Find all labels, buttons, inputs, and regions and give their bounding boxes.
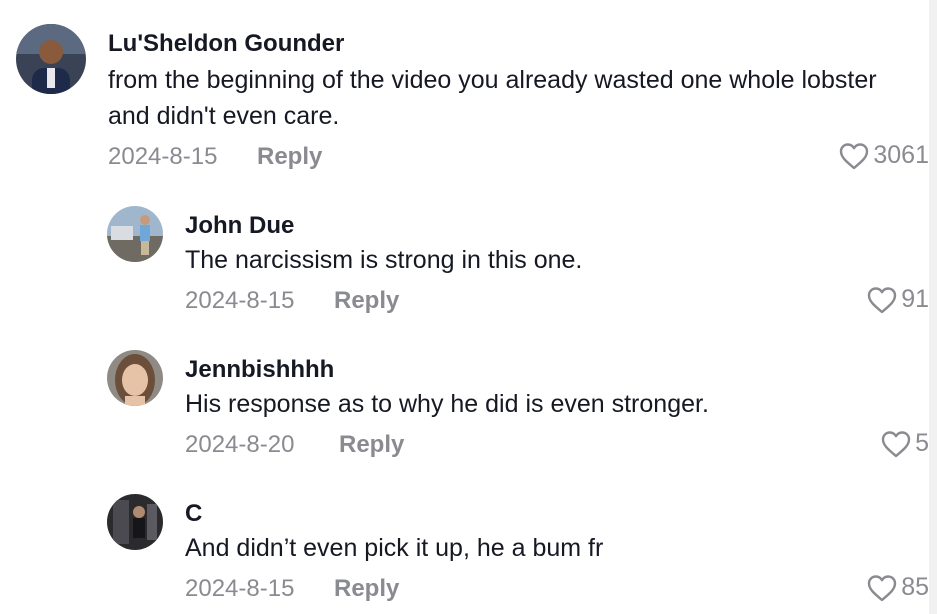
scrollbar[interactable] (929, 0, 937, 614)
like-count: 5 (915, 429, 929, 457)
avatar-image (107, 494, 163, 550)
like-button[interactable]: 5 (881, 429, 929, 458)
heart-outline-icon (840, 142, 869, 169)
like-button[interactable]: 3061 (839, 141, 929, 170)
comment-date: 2024-8-15 (185, 287, 295, 314)
like-count: 85 (901, 573, 929, 601)
reply-button[interactable]: Reply (257, 143, 322, 171)
reply-button[interactable]: Reply (339, 431, 404, 459)
comment-date: 2024-8-15 (108, 143, 218, 170)
avatar-image (107, 206, 163, 262)
avatar-image (16, 24, 86, 94)
reply-button[interactable]: Reply (334, 575, 399, 603)
comment-date: 2024-8-15 (185, 575, 295, 602)
avatar[interactable] (107, 206, 163, 262)
username[interactable]: John Due (185, 212, 294, 240)
avatar-image (107, 350, 163, 406)
comment-text: The narcissism is strong in this one. (185, 246, 583, 274)
avatar[interactable] (107, 494, 163, 550)
like-count: 3061 (873, 141, 929, 169)
like-button[interactable]: 85 (867, 573, 929, 602)
heart-outline-icon (867, 574, 897, 601)
username[interactable]: C (185, 500, 202, 528)
comment-date: 2024-8-20 (185, 431, 295, 458)
reply-button[interactable]: Reply (334, 287, 399, 315)
comment-text: His response as to why he did is even st… (185, 390, 709, 418)
avatar[interactable] (16, 24, 86, 94)
like-count: 91 (901, 285, 929, 313)
avatar[interactable] (107, 350, 163, 406)
username[interactable]: Jennbishhhh (185, 356, 334, 384)
heart-outline-icon (881, 430, 911, 457)
like-button[interactable]: 91 (867, 285, 929, 314)
username[interactable]: Lu'Sheldon Gounder (108, 30, 344, 58)
comment-text: And didn’t even pick it up, he a bum fr (185, 534, 604, 562)
comment-text: from the beginning of the video you alre… (108, 66, 877, 130)
heart-outline-icon (867, 286, 897, 313)
